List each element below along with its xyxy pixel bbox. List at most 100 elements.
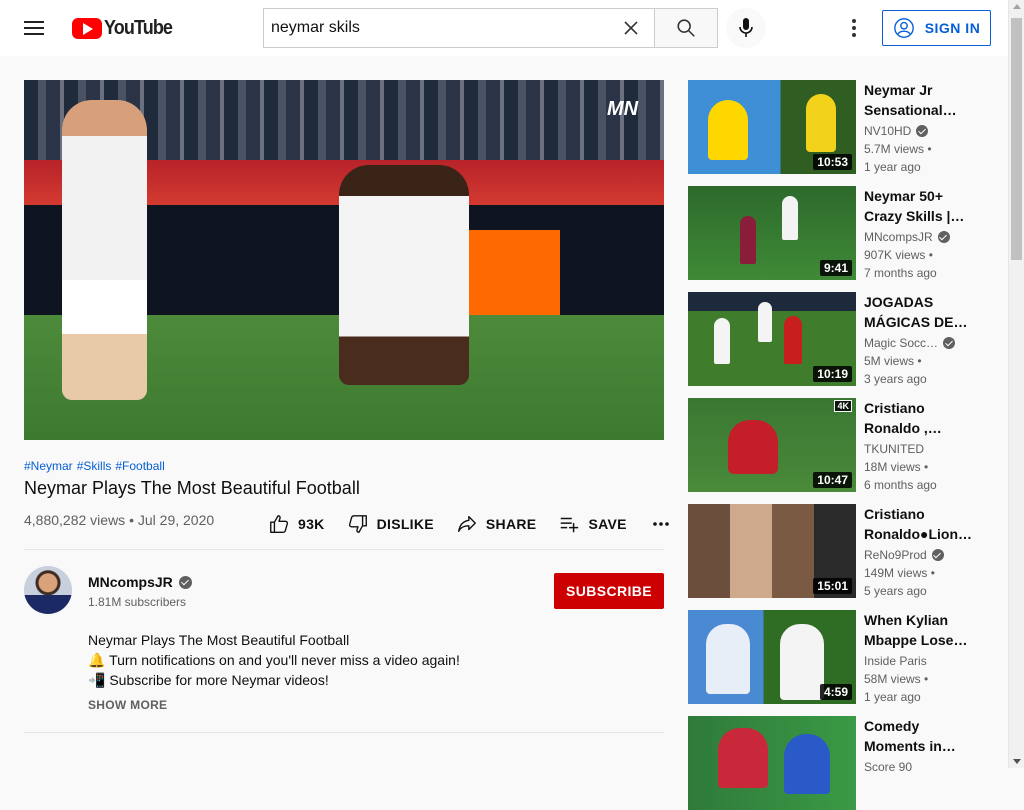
verified-badge-icon [178,575,192,589]
channel-name-text: MNcompsJR [88,574,173,590]
hamburger-menu-icon[interactable] [24,18,48,38]
related-video-title: When Kylian Mbappe Lose… [864,612,968,648]
account-icon [893,18,914,38]
related-video-views: 907K views • [864,248,933,262]
sign-in-button[interactable]: SIGN IN [882,10,991,46]
save-button[interactable]: SAVE [558,513,626,535]
video-meta: 4,880,282 views • Jul 29, 2020 [24,512,214,528]
settings-more-icon[interactable] [842,16,866,40]
related-video-title: JOGADAS MÁGICAS DE… [864,294,968,330]
video-duration: 15:01 [813,578,852,594]
more-actions-icon[interactable] [651,514,679,534]
top-bar: YouTube SIGN IN [0,0,1008,56]
related-video-views: 149M views • [864,566,935,580]
video-player[interactable]: MN [24,80,664,440]
search-input[interactable] [263,8,654,48]
related-video-title: Cristiano Ronaldo ,… [864,400,942,436]
footballer-figure [62,100,147,400]
video-duration: 10:47 [813,472,852,488]
related-video-channel: MNcompsJR [864,230,950,244]
dislike-label: DISLIKE [376,516,434,532]
video-thumbnail[interactable]: 10:19 [688,292,856,386]
related-video-title: Neymar Jr Sensational… [864,82,957,118]
show-more-button[interactable]: SHOW MORE [88,698,167,712]
search-bar [263,8,718,48]
related-video-age: 7 months ago [864,266,937,280]
page-scrollbar[interactable] [1008,0,1024,768]
voice-search-button[interactable] [726,8,766,48]
video-thumbnail[interactable]: 4:59 [688,610,856,704]
description-line: 📲 Subscribe for more Neymar videos! [88,672,329,688]
video-thumbnail[interactable]: 15:01 [688,504,856,598]
verified-badge-icon [916,125,929,137]
related-video-title: Cristiano Ronaldo●Lion… [864,506,972,542]
related-video[interactable]: 4:59 When Kylian Mbappe Lose… Inside Pari… [688,610,998,704]
upload-date: Jul 29, 2020 [137,512,215,528]
verified-badge-icon [931,549,944,561]
clear-search-icon[interactable] [619,16,643,40]
subscribe-button[interactable]: SUBSCRIBE [554,573,664,609]
hashtag-list: #Neymar #Skills #Football [24,459,169,473]
related-video-channel: NV10HD [864,124,929,138]
channel-watermark: MN [607,98,639,120]
scroll-down-arrow-icon[interactable] [1013,759,1021,764]
video-duration: 4:59 [819,684,852,700]
related-video-channel: ReNo9Prod [864,548,944,562]
thumbs-down-icon [348,515,367,533]
logo-text: YouTube [104,17,173,39]
related-video-channel: Score 90 [864,760,913,774]
related-video-channel: Inside Paris [864,654,927,668]
subscriber-count: 1.81M subscribers [88,595,187,609]
verified-badge-icon [943,337,956,349]
dislike-button[interactable]: DISLIKE [347,513,434,535]
video-thumbnail[interactable]: 9:41 [688,186,856,280]
related-video-age: 3 years ago [864,372,927,386]
sponsor-board [462,230,560,328]
youtube-logo[interactable]: YouTube [72,17,180,40]
related-video-views: 58M views • [864,672,929,686]
microphone-icon [739,18,753,37]
video-thumbnail[interactable] [688,716,856,810]
scroll-up-arrow-icon[interactable] [1013,4,1021,9]
video-duration: 9:41 [819,260,852,276]
related-video[interactable]: 10:53 Neymar Jr Sensational… NV10HD 5.7M … [688,80,998,174]
related-video-age: 1 year ago [864,160,921,174]
related-video-age: 1 year ago [864,690,921,704]
like-count: 93K [298,516,325,532]
related-video[interactable]: 4K 10:47 Cristiano Ronaldo ,… TKUNITED 18… [688,398,998,492]
related-video-channel: TKUNITED [864,442,924,456]
video-thumbnail[interactable]: 10:53 [688,80,856,174]
description-line: Neymar Plays The Most Beautiful Football [88,632,350,648]
video-duration: 10:53 [813,154,852,170]
share-button[interactable]: SHARE [456,513,537,535]
hashtag-link[interactable]: #Skills [77,459,112,473]
divider [24,549,664,550]
related-video[interactable]: 15:01 Cristiano Ronaldo●Lion… ReNo9Prod 1… [688,504,998,598]
video-thumbnail[interactable]: 4K 10:47 [688,398,856,492]
related-video[interactable]: Comedy Moments in… Score 90 [688,716,998,810]
related-video-title: Neymar 50+ Crazy Skills |… [864,188,965,224]
related-video-views: 5.7M views • [864,142,932,156]
related-video-views: 5M views • [864,354,922,368]
channel-name[interactable]: MNcompsJR [88,574,192,590]
divider [24,732,664,733]
related-video-age: 5 years ago [864,584,927,598]
view-count: 4,880,282 views [24,512,126,528]
meta-separator: • [129,512,134,528]
hashtag-link[interactable]: #Neymar [24,459,73,473]
related-video-views: 18M views • [864,460,929,474]
search-icon [677,19,695,37]
related-video-age: 6 months ago [864,478,937,492]
related-video[interactable]: 9:41 Neymar 50+ Crazy Skills |… MNcompsJR… [688,186,998,280]
footballer-figure [339,165,469,385]
related-video[interactable]: 10:19 JOGADAS MÁGICAS DE… Magic Socc… 5M … [688,292,998,386]
video-duration: 10:19 [813,366,852,382]
sign-in-label: SIGN IN [924,20,981,36]
verified-badge-icon [937,231,950,243]
like-button[interactable]: 93K [268,513,325,535]
scroll-thumb[interactable] [1011,18,1022,260]
youtube-play-icon [72,18,102,39]
search-button[interactable] [654,8,718,48]
hashtag-link[interactable]: #Football [115,459,164,473]
channel-avatar[interactable] [24,566,72,614]
